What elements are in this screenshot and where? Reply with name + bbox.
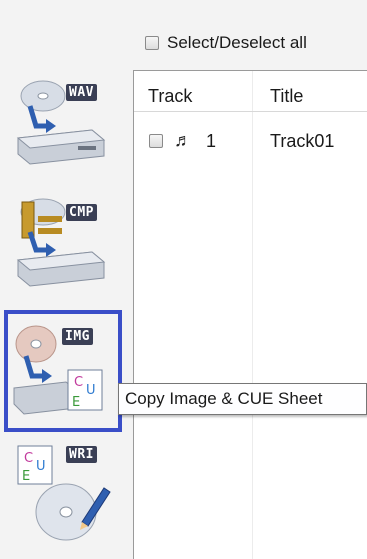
compress-button[interactable]: CMP [8, 198, 120, 306]
cue-to-cd-icon: C U E [17, 445, 111, 541]
sidebar: WAV CMP C U E IMG C U E WRI [0, 0, 122, 558]
column-header-title[interactable]: Title [270, 86, 303, 107]
tooltip: Copy Image & CUE Sheet [118, 383, 367, 415]
track-title: Track01 [270, 131, 335, 151]
table-row[interactable]: ♬ 1 Track01 [134, 127, 367, 155]
svg-text:E: E [22, 469, 30, 484]
copy-image-cue-button[interactable]: C U E IMG [4, 310, 122, 432]
select-all-checkbox[interactable] [145, 36, 159, 50]
wri-badge: WRI [66, 446, 97, 463]
write-cue-button[interactable]: C U E WRI [8, 440, 120, 548]
track-table: Track Title ♬ 1 Track01 [133, 70, 367, 559]
svg-text:C: C [24, 451, 33, 466]
cd-clamp-to-drive-icon [16, 198, 106, 287]
img-badge: IMG [62, 328, 93, 345]
select-all-toggle[interactable]: Select/Deselect all [145, 33, 307, 53]
svg-text:C: C [74, 375, 83, 390]
select-all-label: Select/Deselect all [167, 33, 307, 52]
music-note-icon: ♬ [174, 130, 192, 150]
column-header-track[interactable]: Track [148, 86, 192, 107]
wav-badge: WAV [66, 84, 97, 101]
table-header: Track Title [134, 71, 367, 112]
svg-text:U: U [36, 459, 46, 474]
cd-to-drive-icon [16, 80, 106, 165]
rip-to-wav-button[interactable]: WAV [8, 78, 120, 186]
track-number: 1 [206, 131, 217, 151]
cmp-badge: CMP [66, 204, 97, 221]
track-checkbox[interactable] [149, 134, 163, 148]
svg-text:E: E [72, 395, 80, 410]
svg-text:U: U [86, 383, 96, 398]
